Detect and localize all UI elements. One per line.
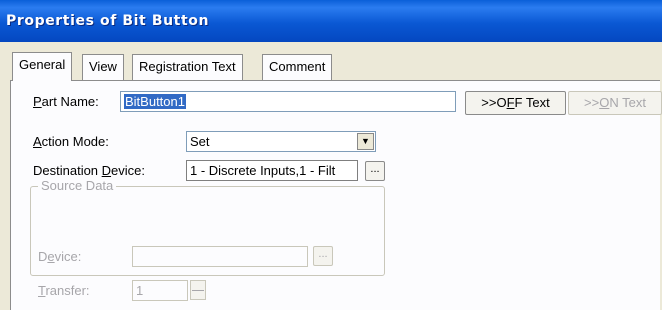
tab-view[interactable]: View	[82, 54, 124, 80]
title-bar: Properties of Bit Button	[0, 0, 662, 42]
tab-comment[interactable]: Comment	[262, 54, 333, 80]
destination-device-label: Destination Device:	[33, 163, 146, 178]
source-data-legend: Source Data	[38, 178, 117, 193]
transfer-spinner	[190, 280, 206, 300]
source-device-label: Device:	[38, 249, 82, 264]
part-name-label: Part Name:	[33, 94, 99, 109]
transfer-input: 1	[132, 280, 188, 301]
transfer-label: Transfer:	[38, 283, 90, 298]
source-device-browse-button: ...	[313, 246, 333, 266]
action-mode-label: Action Mode:	[33, 134, 109, 149]
on-text-button: >>ON Text	[568, 91, 662, 115]
action-mode-select[interactable]: Set ▼	[186, 131, 376, 152]
tab-registration-text[interactable]: Registration Text	[132, 54, 243, 80]
part-name-input[interactable]: BitButton1	[120, 91, 456, 112]
chevron-down-icon[interactable]: ▼	[357, 133, 374, 150]
tab-general[interactable]: General	[12, 52, 73, 81]
off-text-button[interactable]: >>OFF Text	[465, 91, 566, 115]
source-device-field	[132, 246, 308, 267]
destination-device-field: 1 - Discrete Inputs,1 - Filt	[186, 160, 358, 181]
window-title: Properties of Bit Button	[6, 13, 210, 29]
destination-device-browse-button[interactable]: ...	[365, 161, 385, 181]
